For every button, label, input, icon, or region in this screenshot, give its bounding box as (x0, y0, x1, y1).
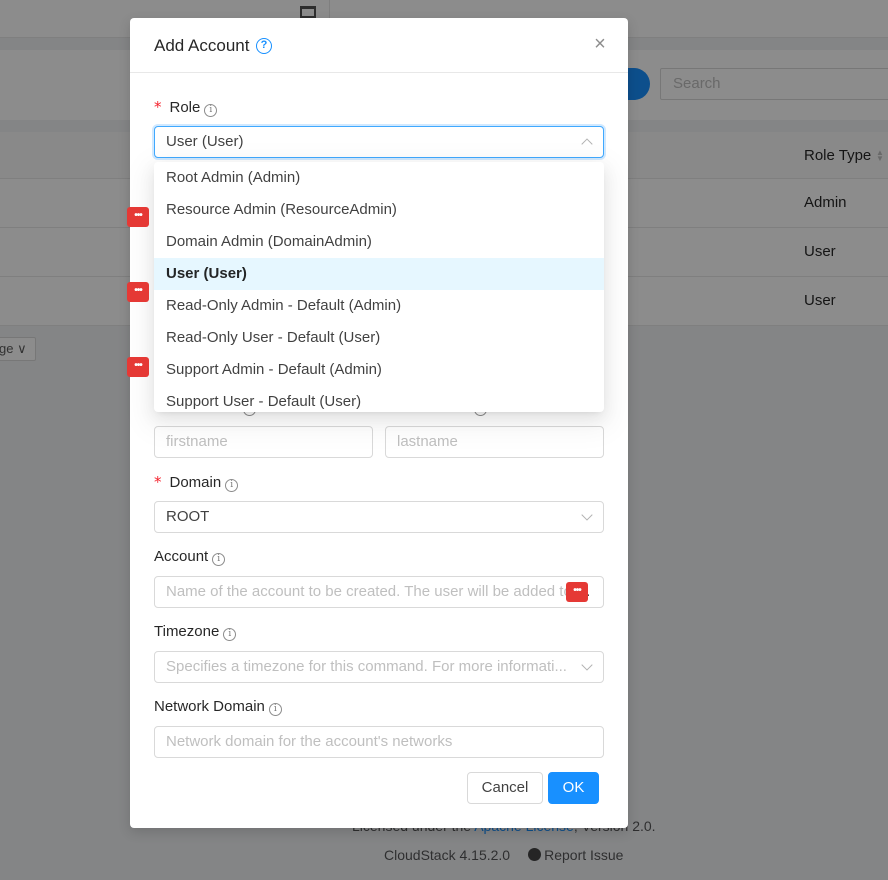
first-name-input[interactable]: firstname (154, 426, 373, 458)
chevron-down-icon (581, 659, 593, 671)
last-name-input[interactable]: lastname (385, 426, 604, 458)
network-domain-input[interactable]: Network domain for the account's network… (154, 726, 604, 758)
dialog-title: Add Account (154, 36, 250, 55)
role-option[interactable]: Support Admin - Default (Admin) (154, 354, 604, 386)
password-manager-icon[interactable]: ••• (566, 582, 588, 602)
chevron-down-icon (581, 509, 593, 521)
password-manager-icon[interactable]: ••• (127, 282, 149, 302)
info-icon: i (225, 479, 239, 492)
role-option[interactable]: Domain Admin (DomainAdmin) (154, 226, 604, 258)
timezone-label: Timezone i (154, 623, 237, 641)
password-manager-icon[interactable]: ••• (127, 207, 149, 227)
domain-select[interactable]: ROOT (154, 501, 604, 533)
info-icon: i (212, 553, 226, 566)
question-circle-icon[interactable]: ? (256, 38, 272, 54)
role-option[interactable]: Read-Only User - Default (User) (154, 322, 604, 354)
cancel-button[interactable]: Cancel (467, 772, 543, 804)
dialog-header: Add Account ? × (130, 18, 628, 73)
role-option[interactable]: Root Admin (Admin) (154, 162, 604, 194)
info-icon: i (268, 703, 282, 716)
role-select[interactable]: User (User) (154, 126, 604, 158)
close-icon[interactable]: × (592, 34, 608, 54)
account-label: Account i (154, 548, 226, 566)
role-option[interactable]: Support User - Default (User) (154, 386, 604, 412)
role-option[interactable]: Read-Only Admin - Default (Admin) (154, 290, 604, 322)
account-input[interactable]: Name of the account to be created. The u… (154, 576, 604, 608)
info-icon: i (223, 628, 237, 641)
chevron-up-icon (581, 138, 593, 150)
ok-button[interactable]: OK (548, 772, 599, 804)
domain-label: * Domain i (154, 473, 239, 492)
timezone-select[interactable]: Specifies a timezone for this command. F… (154, 651, 604, 683)
add-account-dialog: Add Account ? × * Role i User (User) Root … (130, 18, 628, 828)
role-option[interactable]: Resource Admin (ResourceAdmin) (154, 194, 604, 226)
role-dropdown: Root Admin (Admin) Resource Admin (Resou… (154, 162, 604, 412)
network-domain-label: Network Domain i (154, 698, 282, 716)
info-icon: i (204, 104, 218, 117)
password-manager-icon[interactable]: ••• (127, 357, 149, 377)
role-option-selected[interactable]: User (User) (154, 258, 604, 290)
role-label: * Role i (154, 98, 218, 117)
